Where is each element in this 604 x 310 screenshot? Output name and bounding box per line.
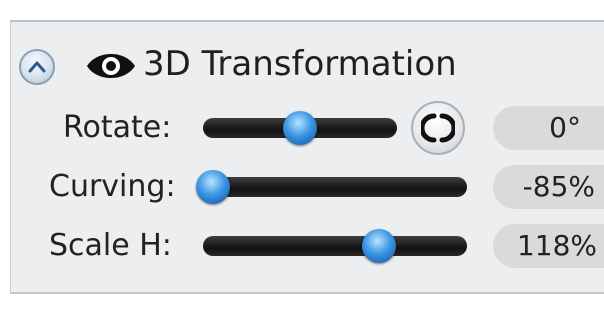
rotate-row: Rotate: 0° <box>11 98 604 158</box>
rotate-reset-icon <box>421 113 455 143</box>
scale-h-slider-track[interactable] <box>203 229 467 263</box>
rotate-value-field[interactable]: 0° <box>493 106 604 150</box>
scale-h-label: Scale H: <box>49 228 172 263</box>
chevron-up-icon <box>28 61 46 73</box>
scale-h-row: Scale H: 118% <box>11 216 604 276</box>
curving-label: Curving: <box>49 169 176 204</box>
curving-value-field[interactable]: -85% <box>493 165 604 209</box>
rotate-slider-track[interactable] <box>203 111 397 145</box>
curving-slider-thumb[interactable] <box>196 170 230 204</box>
rotate-slider-thumb[interactable] <box>283 111 317 145</box>
curving-slider-track[interactable] <box>196 170 467 204</box>
rotate-label: Rotate: <box>63 110 172 145</box>
eye-icon[interactable] <box>85 48 137 84</box>
3d-transformation-panel: 3D Transformation Rotate: 0° Curving: -8… <box>10 22 604 294</box>
panel-title: 3D Transformation <box>143 44 457 84</box>
panel-header: 3D Transformation <box>11 22 604 100</box>
collapse-button[interactable] <box>19 49 55 85</box>
scale-h-slider-thumb[interactable] <box>361 229 396 263</box>
transformation-window: 3D Transformation Rotate: 0° Curving: -8… <box>0 0 604 310</box>
scale-h-value-field[interactable]: 118% <box>493 224 604 268</box>
curving-row: Curving: -85% <box>11 157 604 217</box>
rotate-reset-button[interactable] <box>411 101 465 155</box>
